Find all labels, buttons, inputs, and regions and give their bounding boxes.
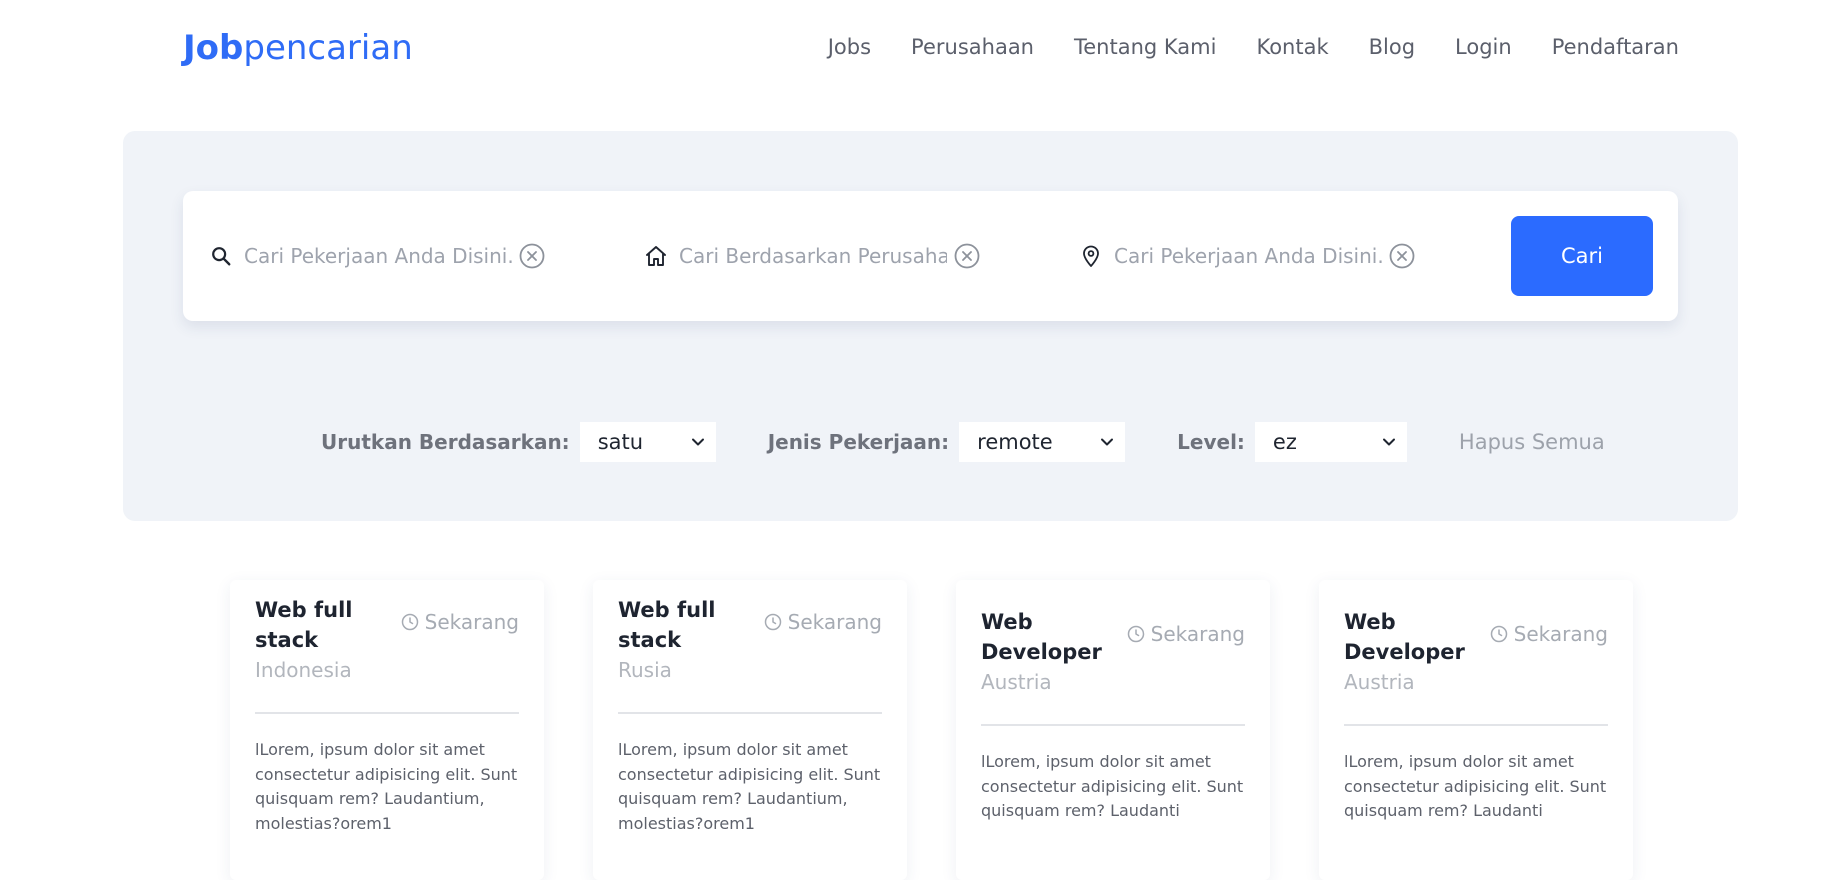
card-divider: [1344, 724, 1608, 726]
job-description: lLorem, ipsum dolor sit amet consectetur…: [255, 740, 518, 833]
sort-label: Urutkan Berdasarkan:: [321, 430, 570, 454]
logo-regular-text: pencarian: [243, 28, 413, 68]
navbar: Jobpencarian Jobs Perusahaan Tentang Kam…: [0, 0, 1845, 96]
job-card[interactable]: Web full stack Sekarang Indonesia lLorem…: [230, 580, 544, 880]
job-description: lLorem, ipsum dolor sit amet consectetur…: [618, 740, 881, 833]
job-time: Sekarang: [1127, 622, 1245, 646]
job-type-label: Jenis Pekerjaan:: [767, 430, 950, 454]
level-select[interactable]: ez: [1254, 422, 1407, 462]
filters-bar: Urutkan Berdasarkan: satu Jenis Pekerjaa…: [321, 421, 1605, 463]
nav-link-pendaftaran[interactable]: Pendaftaran: [1552, 32, 1679, 62]
search-button[interactable]: Cari: [1511, 216, 1653, 296]
job-title: Web Developer: [981, 610, 1102, 664]
search-box: Cari: [183, 191, 1678, 321]
clear-icon[interactable]: [518, 242, 546, 270]
nav-link-blog[interactable]: Blog: [1369, 32, 1415, 62]
home-icon: [643, 243, 669, 269]
search-panel: Cari Urutkan Berdasarkan: satu Jenis Pek…: [123, 131, 1738, 521]
map-pin-icon: [1078, 243, 1104, 269]
job-list: Web full stack Sekarang Indonesia lLorem…: [230, 580, 1633, 880]
clock-icon: [401, 613, 418, 631]
job-card[interactable]: Web Developer Sekarang Austria lLorem, i…: [956, 580, 1270, 880]
job-description: lLorem, ipsum dolor sit amet consectetur…: [981, 752, 1244, 820]
job-time-text: Sekarang: [424, 610, 519, 634]
job-location: Indonesia: [255, 658, 352, 682]
site-logo[interactable]: Jobpencarian: [183, 26, 413, 70]
card-divider: [618, 712, 882, 714]
clock-icon: [764, 613, 781, 631]
job-card[interactable]: Web Developer Sekarang Austria lLorem, i…: [1319, 580, 1633, 880]
job-location: Rusia: [618, 658, 672, 682]
nav-link-jobs[interactable]: Jobs: [828, 32, 871, 62]
level-select-value: ez: [1272, 430, 1297, 454]
clear-icon[interactable]: [1388, 242, 1416, 270]
clock-icon: [1127, 625, 1144, 643]
logo-bold-text: Job: [183, 28, 244, 68]
card-divider: [981, 724, 1245, 726]
job-title: Web full stack: [618, 598, 716, 652]
job-time-text: Sekarang: [1150, 622, 1245, 646]
job-card[interactable]: Web full stack Sekarang Rusia lLorem, ip…: [593, 580, 907, 880]
location-search-field: [1078, 228, 1416, 284]
nav-links: Jobs Perusahaan Tentang Kami Kontak Blog…: [828, 32, 1679, 62]
clear-all-button[interactable]: Hapus Semua: [1459, 430, 1605, 454]
search-icon: [208, 243, 234, 269]
nav-link-tentang-kami[interactable]: Tentang Kami: [1074, 32, 1216, 62]
job-search-field: [208, 228, 546, 284]
job-time: Sekarang: [401, 610, 519, 634]
level-label: Level:: [1177, 430, 1245, 454]
location-search-input[interactable]: [1114, 244, 1382, 268]
chevron-down-icon: [1382, 438, 1395, 446]
nav-link-login[interactable]: Login: [1455, 32, 1512, 62]
sort-select[interactable]: satu: [579, 422, 716, 462]
sort-select-value: satu: [597, 430, 644, 454]
clock-icon: [1490, 625, 1507, 643]
nav-link-kontak[interactable]: Kontak: [1256, 32, 1328, 62]
job-description: lLorem, ipsum dolor sit amet consectetur…: [1344, 752, 1607, 820]
nav-link-perusahaan[interactable]: Perusahaan: [911, 32, 1034, 62]
job-time-text: Sekarang: [1513, 622, 1608, 646]
job-location: Austria: [981, 670, 1052, 694]
clear-icon[interactable]: [953, 242, 981, 270]
chevron-down-icon: [1101, 438, 1114, 446]
chevron-down-icon: [691, 438, 704, 446]
job-type-select[interactable]: remote: [959, 422, 1126, 462]
company-search-input[interactable]: [679, 244, 947, 268]
card-divider: [255, 712, 519, 714]
job-type-select-value: remote: [977, 430, 1053, 454]
job-time: Sekarang: [764, 610, 882, 634]
job-time: Sekarang: [1490, 622, 1608, 646]
job-title: Web Developer: [1344, 610, 1465, 664]
company-search-field: [643, 228, 981, 284]
job-location: Austria: [1344, 670, 1415, 694]
job-time-text: Sekarang: [787, 610, 882, 634]
job-search-input[interactable]: [244, 244, 512, 268]
job-title: Web full stack: [255, 598, 353, 652]
